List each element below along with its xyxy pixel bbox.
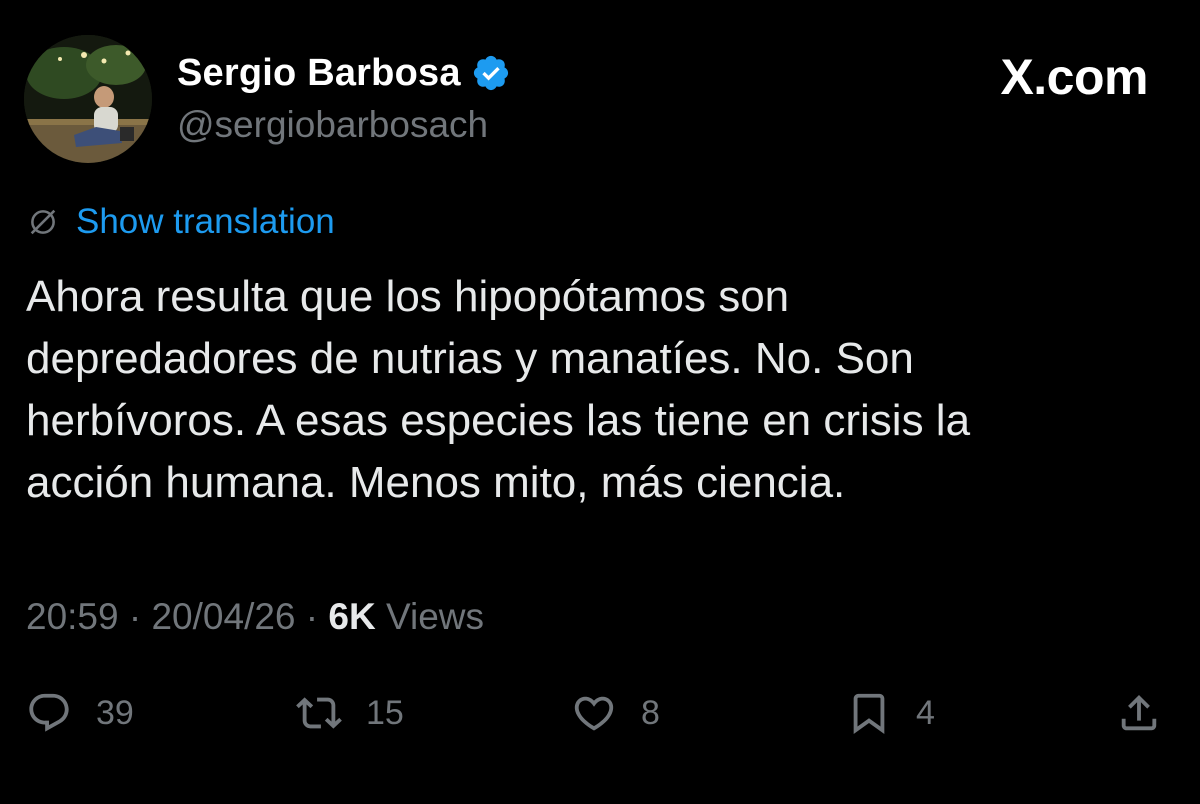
x-watermark-logo: X.com (1000, 49, 1148, 105)
show-translation-label[interactable]: Show translation (76, 202, 335, 242)
repost-count: 15 (366, 693, 404, 732)
avatar[interactable] (24, 35, 152, 163)
repost-icon (296, 697, 342, 729)
meta-separator: · (118, 596, 152, 637)
tweet-text-line: herbívoros. A esas especies las tiene en… (26, 396, 971, 445)
tweet-card: Sergio Barbosa @sergiobarbosach X.com Sh… (0, 0, 1200, 804)
show-translation-link[interactable]: Show translation (26, 198, 335, 246)
reply-icon (29, 693, 69, 732)
tweet-text-line: Ahora resulta que los hipopótamos son (26, 272, 790, 321)
reply-count: 39 (96, 693, 134, 732)
tweet-time[interactable]: 20:59 (26, 596, 119, 637)
bookmark-count: 4 (916, 693, 935, 732)
reply-button[interactable]: 39 (26, 686, 134, 740)
avatar-photo (24, 35, 152, 163)
bookmark-icon (853, 693, 885, 734)
share-button[interactable] (1116, 686, 1162, 740)
tweet-text: Ahora resulta que los hipopótamos son de… (26, 266, 1176, 514)
tweet-metadata: 20:59 · 20/04/26 · 6K Views (26, 596, 484, 638)
tweet-text-line: depredadores de nutrias y manatíes. No. … (26, 334, 914, 383)
author-handle[interactable]: @sergiobarbosach (177, 104, 488, 146)
views-count: 6K (328, 596, 376, 637)
verified-badge-icon (473, 55, 508, 91)
bookmark-button[interactable]: 4 (846, 686, 935, 740)
heart-icon (574, 696, 614, 731)
like-count: 8 (641, 693, 660, 732)
like-button[interactable]: 8 (571, 686, 660, 740)
tweet-date[interactable]: 20/04/26 (151, 596, 295, 637)
meta-separator: · (295, 596, 329, 637)
action-bar: 39 15 8 4 (0, 686, 1200, 740)
author-name-row[interactable]: Sergio Barbosa (177, 48, 511, 98)
repost-button[interactable]: 15 (296, 686, 404, 740)
author-display-name[interactable]: Sergio Barbosa (177, 52, 461, 95)
translate-icon (30, 209, 56, 235)
views-label: Views (375, 596, 485, 637)
tweet-text-line: acción humana. Menos mito, más ciencia. (26, 458, 846, 507)
share-icon (1121, 694, 1157, 731)
